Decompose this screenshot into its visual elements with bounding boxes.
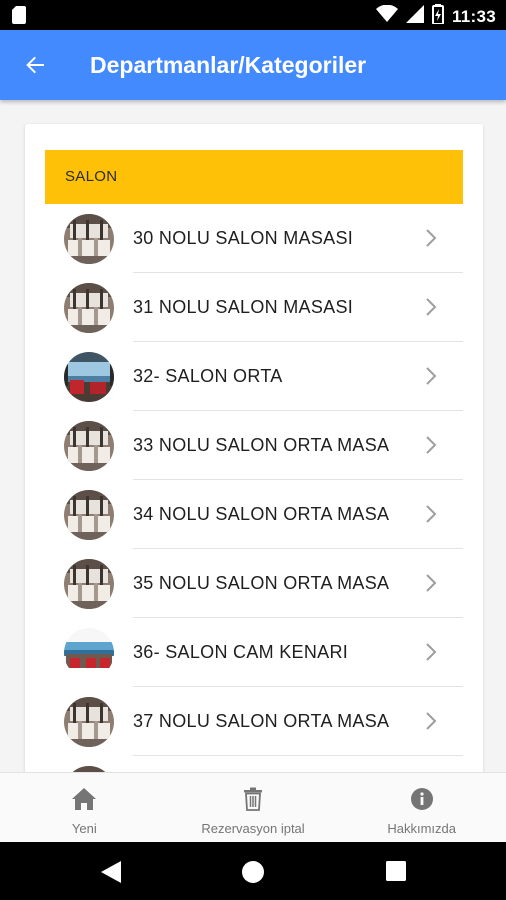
list-item[interactable]: 34 NOLU SALON ORTA MASA [45, 480, 463, 549]
home-circle-icon[interactable] [242, 861, 264, 888]
chevron-right-icon [425, 229, 437, 247]
list-item-label: 33 NOLU SALON ORTA MASA [133, 435, 390, 455]
table-thumbnail [64, 214, 114, 264]
section-title: SALON [65, 168, 118, 185]
arrow-back-icon[interactable] [20, 50, 50, 80]
category-card: SALON 30 NOLU SALON MASASI 31 NOLU SALON … [25, 124, 483, 772]
list-item[interactable]: 30 NOLU SALON MASASI [45, 204, 463, 273]
chevron-right-icon [425, 367, 437, 385]
list-item-label: 35 NOLU SALON ORTA MASA [133, 573, 390, 593]
content-area: SALON 30 NOLU SALON MASASI 31 NOLU SALON … [0, 100, 506, 772]
list-item-label: 31 NOLU SALON MASASI [133, 297, 354, 317]
table-thumbnail [64, 697, 114, 747]
wifi-icon [375, 4, 398, 28]
table-list: 30 NOLU SALON MASASI 31 NOLU SALON MASASI… [45, 204, 463, 772]
chevron-right-icon [425, 298, 437, 316]
table-thumbnail [64, 559, 114, 609]
chevron-right-icon [425, 436, 437, 454]
back-triangle-icon[interactable] [101, 861, 121, 888]
trash-icon [243, 787, 263, 816]
table-thumbnail [64, 352, 114, 402]
list-item[interactable]: 32- SALON ORTA [45, 342, 463, 411]
table-thumbnail [64, 490, 114, 540]
signal-icon [405, 5, 424, 28]
list-item[interactable]: 36- SALON CAM KENARI [45, 618, 463, 687]
list-item[interactable]: 31 NOLU SALON MASASI [45, 273, 463, 342]
chevron-right-icon [425, 712, 437, 730]
info-icon [410, 787, 434, 816]
nav-about-label: Hakkımızda [387, 821, 456, 836]
table-thumbnail [64, 421, 114, 471]
status-time: 11:33 [451, 6, 496, 26]
status-bar: 11:33 [0, 0, 506, 30]
bottom-navigation: Yeni Rezervasyon iptal Hakkımızda [0, 772, 506, 842]
list-item[interactable]: 33 NOLU SALON ORTA MASA [45, 411, 463, 480]
list-item[interactable]: 37 NOLU SALON ORTA MASA [45, 687, 463, 756]
chevron-right-icon [425, 505, 437, 523]
nav-about[interactable]: Hakkımızda [337, 773, 506, 842]
chevron-right-icon [425, 574, 437, 592]
nav-new[interactable]: Yeni [0, 773, 169, 842]
chevron-right-icon [425, 643, 437, 661]
home-icon [71, 787, 97, 816]
nav-cancel-reservation-label: Rezervasyon iptal [201, 821, 305, 836]
battery-icon [431, 4, 444, 29]
recents-square-icon[interactable] [386, 861, 406, 886]
table-thumbnail [64, 283, 114, 333]
system-navigation-bar [0, 842, 506, 900]
list-item[interactable]: 35 NOLU SALON ORTA MASA [45, 549, 463, 618]
list-item-label: 36- SALON CAM KENARI [133, 642, 349, 662]
nav-new-label: Yeni [71, 821, 97, 836]
list-item-label: 32- SALON ORTA [133, 366, 283, 386]
list-item-label: 30 NOLU SALON MASASI [133, 228, 354, 248]
app-bar: Departmanlar/Kategoriler [0, 30, 506, 100]
table-thumbnail [64, 628, 114, 678]
sd-card-icon [12, 6, 26, 29]
list-item[interactable] [45, 756, 463, 772]
list-item-label: 34 NOLU SALON ORTA MASA [133, 504, 390, 524]
section-header[interactable]: SALON [45, 150, 463, 204]
page-title: Departmanlar/Kategoriler [90, 52, 367, 78]
list-item-label: 37 NOLU SALON ORTA MASA [133, 711, 390, 731]
nav-cancel-reservation[interactable]: Rezervasyon iptal [169, 773, 338, 842]
